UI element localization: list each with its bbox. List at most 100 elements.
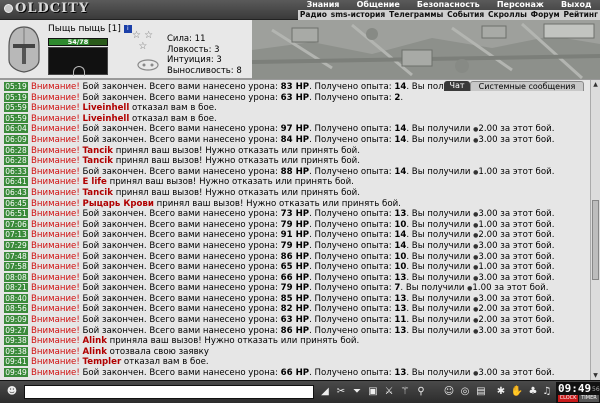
sword-icon[interactable]: ⚚ — [398, 385, 412, 399]
submenu-forum[interactable]: Форум — [531, 10, 560, 20]
message-timestamp[interactable]: 07:48 — [4, 251, 28, 261]
message-timestamp[interactable]: 06:33 — [4, 166, 28, 176]
tab-system-messages[interactable]: Системные сообщения — [470, 81, 584, 91]
message-timestamp[interactable]: 08:56 — [4, 304, 28, 314]
fight-icon[interactable]: ⚔ — [382, 385, 396, 399]
message-timestamp[interactable]: 09:49 — [4, 368, 28, 378]
helmet-icon[interactable] — [4, 24, 44, 74]
message-timestamp[interactable]: 09:09 — [4, 315, 28, 325]
message-timestamp[interactable]: 06:51 — [4, 209, 28, 219]
city-map[interactable] — [252, 20, 600, 82]
bold-value: 79 HP — [280, 283, 310, 294]
mask-icon[interactable] — [136, 58, 160, 72]
clock-widget[interactable]: 09:49 56 CLOCK TIMER — [556, 382, 600, 403]
message-text: . Вы получили — [406, 209, 474, 220]
message-timestamp[interactable]: 07:58 — [4, 262, 28, 272]
warning-label: Внимание! — [31, 315, 83, 326]
message-timestamp[interactable]: 08:40 — [4, 293, 28, 303]
scroll-thumb[interactable] — [592, 200, 599, 280]
warning-label: Внимание! — [31, 187, 83, 198]
message-timestamp[interactable]: 06:45 — [4, 198, 28, 208]
tab-chat[interactable]: Чат — [444, 81, 470, 91]
sound-icon[interactable]: ♫ — [540, 385, 554, 399]
chat-message-input[interactable] — [24, 385, 314, 399]
submenu-rating[interactable]: Рейтинг — [563, 10, 598, 20]
menu-knowledge[interactable]: Знания — [307, 0, 340, 10]
scroll-down-icon[interactable]: ▼ — [591, 371, 600, 380]
message-timestamp[interactable]: 06:28 — [4, 145, 28, 155]
character-portrait[interactable] — [48, 47, 108, 76]
hand-icon[interactable]: ✋ — [510, 385, 524, 399]
message-text: Бой закончен. Всего вами нанесено урона: — [82, 315, 281, 326]
scroll-up-icon[interactable]: ▲ — [591, 80, 600, 89]
player-name[interactable]: Tancik — [83, 156, 113, 166]
player-name[interactable]: Templer — [83, 357, 122, 367]
bold-value: 14 — [394, 134, 407, 145]
smiley-icon[interactable]: ☻ — [5, 385, 19, 399]
player-name[interactable]: Рыцарь Крови — [83, 199, 154, 209]
message-timestamp[interactable]: 06:09 — [4, 134, 28, 144]
message-text: Бой закончен. Всего вами нанесено урона: — [82, 272, 281, 283]
submenu-events[interactable]: События — [447, 10, 484, 20]
message-timestamp[interactable]: 07:29 — [4, 240, 28, 250]
warning-label: Внимание! — [31, 251, 83, 262]
clear-icon[interactable]: ✂ — [334, 385, 348, 399]
save-icon[interactable]: ▣ — [366, 385, 380, 399]
message-timestamp[interactable]: 06:43 — [4, 187, 28, 197]
message-timestamp[interactable]: 05:59 — [4, 113, 28, 123]
message-timestamp[interactable]: 08:08 — [4, 272, 28, 282]
player-name[interactable]: Alink — [83, 347, 107, 357]
face-icon[interactable]: ☺ — [442, 385, 456, 399]
menu-character[interactable]: Персонаж — [497, 0, 544, 10]
message-text: . Вы получили — [406, 368, 474, 379]
message-text: . — [400, 92, 404, 103]
message-timestamp[interactable]: 09:27 — [4, 325, 28, 335]
message-timestamp[interactable]: 07:13 — [4, 230, 28, 240]
message-text: . Получено опыта: — [309, 230, 395, 241]
message-timestamp[interactable]: 09:38 — [4, 336, 28, 346]
message-timestamp[interactable]: 05:19 — [4, 82, 28, 91]
message-timestamp[interactable]: 09:41 — [4, 357, 28, 367]
message-text: . Получено опыта: — [309, 92, 395, 103]
player-name[interactable]: Liveinhell — [83, 103, 130, 113]
eraser-icon[interactable]: ◢ — [318, 385, 332, 399]
menu-security[interactable]: Безопасность — [417, 0, 480, 10]
submenu-telegrams[interactable]: Телеграммы — [389, 10, 443, 20]
scroll-icon[interactable]: ▤ — [474, 385, 488, 399]
chat-message: 07:48 Внимание! Бой закончен. Всего вами … — [4, 251, 587, 263]
menu-communication[interactable]: Общение — [357, 0, 400, 10]
submenu-radio[interactable]: Радио — [300, 10, 327, 20]
message-timestamp[interactable]: 07:06 — [4, 219, 28, 229]
group-icon[interactable]: ♣ — [526, 385, 540, 399]
submenu-sms-history[interactable]: sms-история — [331, 10, 386, 20]
player-name[interactable]: E life — [83, 177, 107, 187]
player-name[interactable]: Liveinhell — [83, 114, 130, 124]
walk-icon[interactable]: ⚲ — [414, 385, 428, 399]
warning-label: Внимание! — [31, 219, 83, 230]
message-timestamp[interactable]: 08:21 — [4, 283, 28, 293]
message-timestamp[interactable]: 06:04 — [4, 124, 28, 134]
info-badge-icon[interactable]: i — [123, 25, 132, 33]
message-text: . Вы получили — [406, 315, 474, 326]
message-timestamp[interactable]: 06:28 — [4, 156, 28, 166]
target-icon[interactable]: ◎ — [458, 385, 472, 399]
chat-scrollbar[interactable]: ▲ ▼ — [590, 80, 600, 380]
submenu-scrolls[interactable]: Скроллы — [488, 10, 527, 20]
warning-label: Внимание! — [31, 103, 83, 114]
filter-icon[interactable]: ⏷ — [350, 385, 364, 399]
bold-value: 66 HP — [280, 368, 310, 379]
paw-icon[interactable]: ✱ — [494, 385, 508, 399]
message-timestamp[interactable]: 05:59 — [4, 103, 28, 113]
chat-message: 05:59 Внимание! Liveinhell отказал вам в … — [4, 113, 587, 125]
player-name[interactable]: Tancik — [83, 188, 113, 198]
player-name[interactable]: Tancik — [83, 146, 113, 156]
warning-label: Внимание! — [31, 113, 83, 124]
warning-label: Внимание! — [31, 92, 83, 103]
message-timestamp[interactable]: 06:41 — [4, 177, 28, 187]
character-name[interactable]: Пыщь пыщь [1] i — [48, 24, 132, 34]
player-name[interactable]: Alink — [83, 336, 107, 346]
menu-exit[interactable]: Выход — [561, 0, 591, 10]
message-timestamp[interactable]: 05:19 — [4, 92, 28, 102]
chat-message: 06:33 Внимание! Бой закончен. Всего вами … — [4, 166, 587, 178]
message-timestamp[interactable]: 09:38 — [4, 346, 28, 356]
